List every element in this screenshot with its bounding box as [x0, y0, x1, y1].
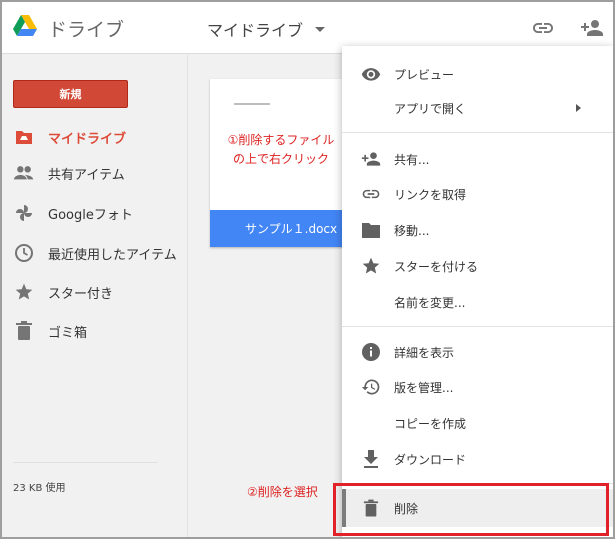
sidebar-item-google-photos[interactable]: Googleフォト	[2, 195, 188, 231]
delete-highlight-box	[333, 483, 609, 536]
menu-item-rename[interactable]: 名前を変更...	[342, 284, 613, 320]
sidebar-item-trash[interactable]: ゴミ箱	[2, 313, 188, 349]
storage-usage: 23 KB 使用	[13, 483, 66, 494]
file-thumbnail	[234, 103, 270, 105]
people-icon	[13, 162, 35, 184]
sidebar-item-label: ゴミ箱	[48, 325, 88, 341]
annotation-step2: ②削除を選択	[247, 485, 318, 499]
menu-item-label: スターを付ける	[394, 259, 479, 274]
info-icon	[361, 342, 381, 362]
menu-item-move[interactable]: 移動...	[342, 212, 613, 248]
chevron-down-icon	[315, 26, 326, 32]
menu-item-label: 詳細を表示	[394, 345, 455, 360]
menu-divider	[342, 132, 613, 133]
menu-item-versions[interactable]: 版を管理...	[342, 369, 613, 405]
annotation-step1-line2: の上で右クリック	[232, 152, 329, 166]
menu-item-star[interactable]: スターを付ける	[342, 248, 613, 284]
star-icon	[361, 256, 381, 276]
app-window: ドライブ マイドライブ 新規 マイドライブ 共有アイテム Googleフォト 最…	[0, 0, 615, 539]
sidebar-item-recent[interactable]: 最近使用したアイテム	[2, 235, 188, 271]
sidebar-item-label: 共有アイテム	[48, 167, 125, 183]
star-icon	[13, 281, 35, 303]
chevron-right-icon	[576, 104, 581, 112]
file-name[interactable]: サンプル１.docx	[210, 210, 360, 247]
sidebar-item-label: Googleフォト	[48, 207, 133, 223]
link-icon	[361, 184, 381, 204]
drive-title-label: マイドライブ	[207, 21, 304, 40]
menu-item-open-with[interactable]: アプリで開く	[342, 90, 613, 126]
pinwheel-icon	[13, 202, 35, 224]
menu-item-label: リンクを取得	[394, 187, 467, 202]
person-add-icon[interactable]	[580, 16, 604, 40]
drive-title-dropdown[interactable]: マイドライブ	[207, 17, 326, 41]
sidebar: 新規 マイドライブ 共有アイテム Googleフォト 最近使用したアイテム スタ…	[2, 55, 188, 537]
person-add-icon	[361, 149, 381, 169]
annotation-step1: ①削除するファイル の上で右クリック	[218, 131, 344, 169]
folder-icon	[361, 220, 381, 240]
menu-item-label: アプリで開く	[394, 101, 467, 116]
sidebar-divider	[13, 462, 158, 463]
menu-item-make-copy[interactable]: コピーを作成	[342, 405, 613, 441]
annotation-step1-line1: ①削除するファイル	[227, 133, 335, 147]
sidebar-item-label: マイドライブ	[48, 131, 127, 147]
trash-icon	[13, 320, 35, 342]
menu-divider	[342, 326, 613, 327]
sidebar-item-my-drive[interactable]: マイドライブ	[2, 119, 188, 155]
menu-item-label: 移動...	[394, 223, 430, 238]
menu-item-label: プレビュー	[394, 67, 455, 82]
menu-item-preview[interactable]: プレビュー	[342, 56, 613, 92]
menu-item-label: コピーを作成	[394, 416, 467, 431]
sidebar-item-shared[interactable]: 共有アイテム	[2, 155, 188, 191]
new-button[interactable]: 新規	[13, 80, 128, 108]
sidebar-item-label: 最近使用したアイテム	[48, 247, 177, 263]
my-drive-icon	[13, 126, 35, 148]
menu-item-label: ダウンロード	[394, 452, 467, 467]
menu-item-details[interactable]: 詳細を表示	[342, 334, 613, 370]
drive-logo-icon[interactable]	[12, 14, 38, 38]
download-icon	[361, 449, 381, 469]
clock-icon	[13, 242, 35, 264]
menu-item-label: 名前を変更...	[394, 295, 466, 310]
menu-item-get-link[interactable]: リンクを取得	[342, 176, 613, 212]
sidebar-item-label: スター付き	[48, 286, 114, 302]
menu-item-label: 共有...	[394, 152, 430, 167]
menu-item-download[interactable]: ダウンロード	[342, 441, 613, 477]
menu-item-share[interactable]: 共有...	[342, 141, 613, 177]
link-icon[interactable]	[531, 16, 555, 40]
history-icon	[361, 377, 381, 397]
app-title: ドライブ	[48, 19, 125, 41]
context-menu: プレビュー アプリで開く 共有... リンクを取得 移動... スターを付ける …	[342, 46, 613, 537]
sidebar-item-starred[interactable]: スター付き	[2, 274, 188, 310]
eye-icon	[361, 64, 381, 84]
menu-item-label: 版を管理...	[394, 380, 454, 395]
